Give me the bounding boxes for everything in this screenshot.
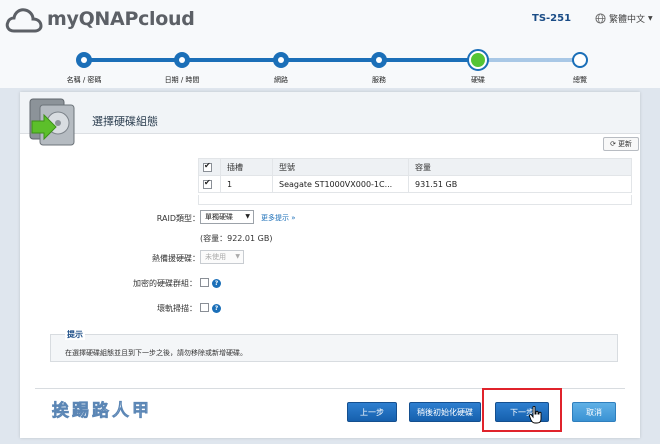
chevron-down-icon: ▼ [245, 213, 250, 220]
bad-block-scan-checkbox[interactable] [200, 303, 209, 312]
more-tips-link[interactable]: 更多提示 » [261, 213, 296, 223]
column-header-slot[interactable]: 插槽 [220, 158, 273, 176]
language-selector[interactable]: 繁體中文 ▼ [595, 12, 653, 25]
step-dot-network [273, 52, 289, 68]
hand-cursor-icon [529, 406, 542, 424]
help-icon[interactable]: ? [212, 304, 221, 313]
help-icon[interactable]: ? [212, 279, 221, 288]
logo-text: myQNAPcloud [47, 8, 195, 30]
cancel-button[interactable]: 取消 [572, 402, 616, 422]
next-button-highlight [482, 388, 562, 432]
step-label-disk: 硬碟 [471, 76, 485, 84]
disk-table: 插槽 型號 容量 1 Seagate ST1000VX000-1C... 931… [198, 158, 632, 193]
step-dot-disk [467, 49, 489, 71]
refresh-icon: ⟳ [610, 140, 616, 148]
raid-type-value: 單獨硬碟 [205, 213, 233, 221]
watermark-text: 挨踢路人甲 [52, 401, 152, 422]
chevron-down-icon: ▼ [648, 15, 653, 22]
column-header-capacity[interactable]: 容量 [408, 158, 632, 176]
device-name: TS-251 [532, 13, 572, 24]
hot-spare-select[interactable]: 未使用 ▼ [200, 250, 244, 264]
panel-title: 選擇硬碟組態 [92, 115, 158, 128]
language-label: 繁體中文 [609, 15, 646, 25]
disk-model: Seagate ST1000VX000-1C... [272, 175, 409, 193]
previous-label: 上一步 [360, 407, 384, 417]
encrypt-checkbox[interactable] [200, 278, 209, 287]
raid-capacity-text: (容量：922.01 GB) [200, 234, 273, 243]
disk-capacity: 931.51 GB [408, 175, 632, 193]
panel-header: 選擇硬碟組態 [20, 92, 640, 146]
step-dot-name-password [76, 52, 92, 68]
table-row[interactable]: 1 Seagate ST1000VX000-1C... 931.51 GB [198, 175, 632, 193]
initialize-later-button[interactable]: 稍後初始化硬碟 [409, 402, 481, 422]
raid-type-select[interactable]: 單獨硬碟 ▼ [200, 210, 254, 224]
hot-spare-label: 熱備援硬碟： [152, 254, 200, 263]
cancel-label: 取消 [586, 407, 602, 417]
select-all-cell [198, 158, 221, 176]
table-header-row: 插槽 型號 容量 [198, 158, 632, 176]
step-label-name-password: 名稱 / 密碼 [66, 76, 102, 84]
myqnapcloud-logo: myQNAPcloud [5, 5, 195, 37]
bad-block-scan-label: 壞軌掃描： [157, 304, 197, 313]
disk-slot: 1 [220, 175, 273, 193]
step-label-date-time: 日期 / 時間 [164, 76, 200, 84]
disk-checkbox[interactable] [203, 178, 212, 189]
disk-config-panel: 選擇硬碟組態 ⟳ 更新 插槽 型號 容量 1 Seagate ST1000VX0… [20, 92, 640, 438]
row-select-cell [198, 175, 221, 193]
step-label-services: 服務 [372, 76, 386, 84]
column-header-model[interactable]: 型號 [272, 158, 409, 176]
tip-title: 提示 [65, 329, 85, 340]
refresh-button[interactable]: ⟳ 更新 [603, 137, 639, 151]
refresh-label: 更新 [617, 140, 632, 148]
cloud-logo-icon [5, 8, 43, 33]
wizard-steps: 名稱 / 密碼 日期 / 時間 網路 服務 硬碟 總覽 [0, 42, 660, 88]
select-all-checkbox[interactable] [203, 161, 212, 172]
step-label-network: 網路 [274, 76, 288, 84]
step-label-summary: 總覽 [573, 76, 587, 84]
chevron-down-icon: ▼ [235, 253, 240, 260]
encrypt-label: 加密的硬碟群組： [133, 279, 197, 288]
tip-text: 在選擇硬碟組態並且到下一步之後，請勿移除或新增硬碟。 [65, 349, 247, 357]
step-dot-summary [572, 52, 588, 68]
step-dot-date-time [174, 52, 190, 68]
raid-type-label: RAID類型： [156, 214, 200, 223]
table-empty-area [198, 195, 632, 205]
hot-spare-value: 未使用 [205, 253, 226, 261]
previous-button[interactable]: 上一步 [347, 402, 397, 422]
steps-remaining-track [473, 58, 580, 62]
step-dot-services [371, 52, 387, 68]
top-bar: myQNAPcloud TS-251 繁體中文 ▼ [0, 0, 660, 42]
initialize-later-label: 稍後初始化硬碟 [417, 407, 473, 417]
globe-icon [595, 13, 606, 24]
hard-disk-icon [29, 98, 75, 146]
